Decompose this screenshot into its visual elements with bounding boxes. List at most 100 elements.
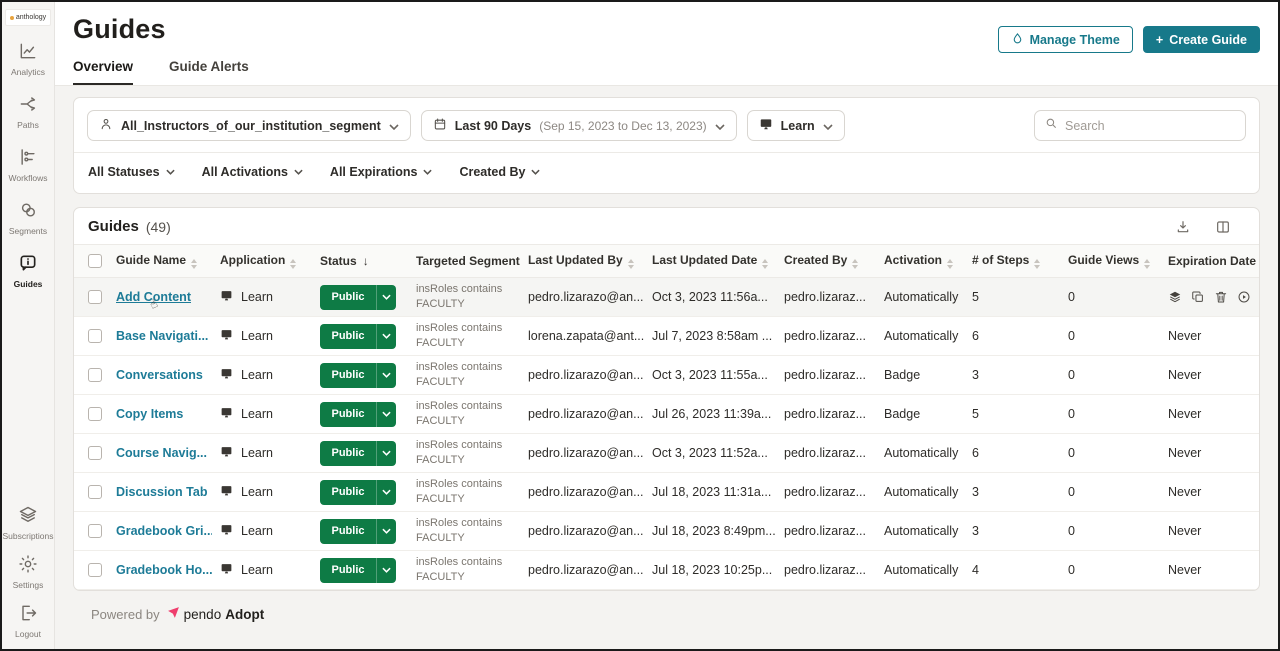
column-header--of-steps[interactable]: # of Steps: [964, 245, 1060, 278]
person-icon: [99, 117, 113, 134]
guide-name-link[interactable]: Gradebook Ho...: [116, 563, 212, 577]
status-dropdown[interactable]: Public: [320, 363, 396, 388]
table-row[interactable]: Add Content ☝ Learn Public insRoles cont…: [74, 278, 1259, 317]
column-header-application[interactable]: Application: [212, 245, 312, 278]
guide-name-link[interactable]: Copy Items: [116, 407, 183, 421]
row-checkbox[interactable]: [88, 329, 102, 343]
manage-theme-button[interactable]: Manage Theme: [998, 26, 1133, 53]
row-checkbox[interactable]: [88, 524, 102, 538]
row-checkbox[interactable]: [88, 563, 102, 577]
guide-name-link[interactable]: Base Navigati...: [116, 329, 208, 343]
plus-icon: +: [1156, 33, 1163, 47]
workflows-icon: [18, 147, 38, 169]
sidebar-item-subscriptions[interactable]: Subscriptions: [2, 505, 54, 541]
column-header-expiration-date-t: Expiration Date / T: [1160, 245, 1259, 278]
trash-icon[interactable]: [1214, 290, 1228, 304]
status-dropdown[interactable]: Public: [320, 285, 396, 310]
date-range-detail: (Sep 15, 2023 to Dec 13, 2023): [539, 119, 706, 133]
all-expirations-dropdown[interactable]: All Expirations: [330, 165, 433, 179]
table-row[interactable]: Conversations ☝ Learn Public insRoles co…: [74, 356, 1259, 395]
column-header-last-updated-date[interactable]: Last Updated Date: [644, 245, 776, 278]
status-dropdown[interactable]: Public: [320, 441, 396, 466]
sidebar-item-segments[interactable]: Segments: [2, 200, 54, 236]
status-dropdown[interactable]: Public: [320, 402, 396, 427]
guide-name-link[interactable]: Course Navig...: [116, 446, 207, 460]
all-activations-dropdown[interactable]: All Activations: [202, 165, 303, 179]
table-row[interactable]: Copy Items ☝ Learn Public insRoles conta…: [74, 395, 1259, 434]
search-input[interactable]: [1065, 119, 1236, 133]
last-updated-date-cell: Jul 26, 2023 11:39a...: [644, 395, 776, 434]
sort-carets-icon: [628, 259, 634, 269]
last-updated-by-cell: pedro.lizarazo@an...: [520, 356, 644, 395]
date-range-dropdown[interactable]: Last 90 Days (Sep 15, 2023 to Dec 13, 20…: [421, 110, 737, 141]
sidebar-item-settings[interactable]: Settings: [2, 554, 54, 590]
table-header-row: Guide NameApplicationStatus↓Targeted Seg…: [74, 245, 1259, 278]
column-header-guide-views[interactable]: Guide Views: [1060, 245, 1160, 278]
sidebar-item-paths[interactable]: Paths: [2, 94, 54, 130]
table-row[interactable]: Discussion Tab ☝ Learn Public insRoles c…: [74, 473, 1259, 512]
last-updated-date-cell: Oct 3, 2023 11:52a...: [644, 434, 776, 473]
targeted-segment-value: FACULTY: [416, 570, 512, 585]
targeted-segment-value: FACULTY: [416, 414, 512, 429]
sidebar-item-analytics[interactable]: Analytics: [2, 41, 54, 77]
row-checkbox[interactable]: [88, 290, 102, 304]
gear-icon: [18, 554, 38, 576]
play-circle-icon[interactable]: [1237, 290, 1251, 304]
guide-views-cell: 0: [1060, 473, 1160, 512]
column-header-activation[interactable]: Activation: [876, 245, 964, 278]
column-header-status[interactable]: Status↓: [312, 245, 408, 278]
activation-cell: Automatically: [876, 512, 964, 551]
guide-name-link[interactable]: Conversations: [116, 368, 203, 382]
status-dropdown[interactable]: Public: [320, 558, 396, 583]
table-header-bar: Guides (49): [74, 208, 1259, 244]
table-row[interactable]: Base Navigati... ☝ Learn Public insRoles…: [74, 317, 1259, 356]
activation-cell: Automatically: [876, 434, 964, 473]
chevron-down-icon: [376, 441, 396, 466]
created-by-cell: pedro.lizaraz...: [776, 473, 876, 512]
status-dropdown[interactable]: Public: [320, 519, 396, 544]
guide-views-cell: 0: [1060, 356, 1160, 395]
application-dropdown[interactable]: Learn: [747, 110, 845, 141]
row-checkbox[interactable]: [88, 446, 102, 460]
copy-icon[interactable]: [1191, 290, 1205, 304]
status-badge-label: Public: [320, 330, 376, 342]
row-checkbox[interactable]: [88, 407, 102, 421]
guide-name-link[interactable]: Discussion Tab: [116, 485, 207, 499]
columns-icon[interactable]: [1215, 219, 1231, 235]
column-header-last-updated-by[interactable]: Last Updated By: [520, 245, 644, 278]
targeted-segment-rule: insRoles contains: [416, 399, 512, 414]
guide-name-link[interactable]: Gradebook Gri...: [116, 524, 212, 538]
paths-icon: [18, 94, 38, 116]
activation-cell: Automatically: [876, 551, 964, 590]
column-header-created-by[interactable]: Created By: [776, 245, 876, 278]
segment-dropdown[interactable]: All_Instructors_of_our_institution_segme…: [87, 110, 411, 141]
create-guide-button[interactable]: + Create Guide: [1143, 26, 1260, 53]
status-dropdown[interactable]: Public: [320, 324, 396, 349]
row-checkbox[interactable]: [88, 368, 102, 382]
sort-carets-icon: [947, 259, 953, 269]
download-icon[interactable]: [1175, 219, 1191, 235]
last-updated-by-cell: pedro.lizarazo@an...: [520, 434, 644, 473]
sidebar-item-workflows[interactable]: Workflows: [2, 147, 54, 183]
steps-stack-icon[interactable]: [1168, 290, 1182, 304]
sort-carets-icon: [1144, 259, 1150, 269]
sidebar-item-logout[interactable]: Logout: [2, 603, 54, 639]
all-statuses-dropdown[interactable]: All Statuses: [88, 165, 175, 179]
created-by-dropdown[interactable]: Created By: [459, 165, 540, 179]
steps-cell: 3: [964, 356, 1060, 395]
last-updated-by-cell: lorena.zapata@ant...: [520, 317, 644, 356]
status-dropdown[interactable]: Public: [320, 480, 396, 505]
last-updated-by-cell: pedro.lizarazo@an...: [520, 473, 644, 512]
sidebar-item-guides[interactable]: Guides: [2, 253, 54, 289]
column-header-guide-name[interactable]: Guide Name: [108, 245, 212, 278]
application-label: Learn: [241, 407, 273, 421]
table-row[interactable]: Course Navig... ☝ Learn Public insRoles …: [74, 434, 1259, 473]
tab-overview[interactable]: Overview: [73, 59, 133, 85]
table-row[interactable]: Gradebook Gri... ☝ Learn Public insRoles…: [74, 512, 1259, 551]
select-all-checkbox[interactable]: [88, 254, 102, 268]
table-row[interactable]: Gradebook Ho... ☝ Learn Public insRoles …: [74, 551, 1259, 590]
targeted-segment-rule: insRoles contains: [416, 516, 512, 531]
tab-guide-alerts[interactable]: Guide Alerts: [169, 59, 249, 85]
row-checkbox[interactable]: [88, 485, 102, 499]
search-icon: [1044, 116, 1058, 135]
